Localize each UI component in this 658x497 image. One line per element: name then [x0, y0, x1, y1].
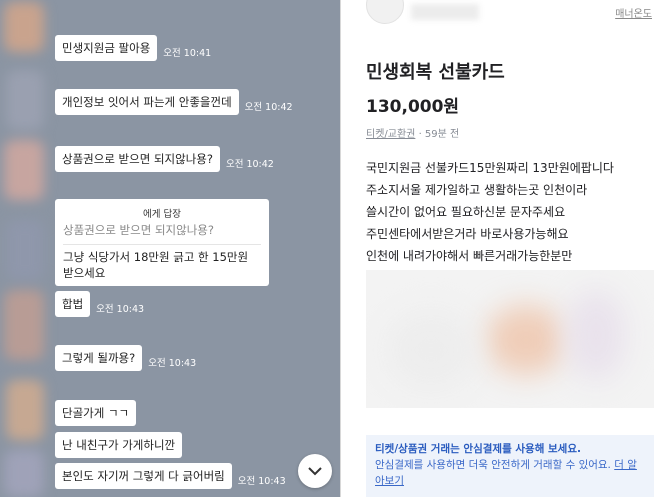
chat-message: 상품권으로 받으면 되지않나용? 오전 10:42 [55, 146, 274, 172]
message-time: 오전 10:42 [244, 102, 293, 113]
blurred-photo[interactable] [366, 270, 654, 408]
reply-text-line: 받으세요 [63, 266, 106, 280]
category-link[interactable]: 티켓/교환권 [366, 129, 415, 140]
screenshot-composite: 민생지원금 팔아용 오전 10:41 개인정보 잇어서 파는게 안좋을껀데 오전… [0, 0, 658, 497]
reply-quote[interactable]: 상품권으로 받으면 되지않나용? [63, 222, 261, 238]
chat-message: 단골가게 ㄱㄱ [55, 400, 137, 426]
chat-panel: 민생지원금 팔아용 오전 10:41 개인정보 잇어서 파는게 안좋을껀데 오전… [0, 0, 340, 497]
message-time: 오전 10:41 [163, 48, 212, 59]
message-bubble: 개인정보 잇어서 파는게 안좋을껀데 [55, 89, 239, 115]
message-bubble: 그렇게 될까용? [55, 345, 143, 371]
reply-text-line: 그냥 식당가서 18만원 긁고 한 15만원 [63, 250, 249, 264]
message-bubble: 난 내친구가 가게하니깐 [55, 432, 183, 458]
blurred-avatars [0, 0, 50, 497]
description-line: 인천에 내려가야해서 빠른거래가능한분만 [366, 249, 573, 263]
listing-meta: 티켓/교환권 · 59분 전 [366, 125, 459, 140]
divider [63, 244, 261, 245]
message-time: 오전 10:43 [96, 304, 145, 315]
message-time: 오전 10:42 [225, 159, 274, 170]
chat-message: 본인도 자기꺼 그렇게 다 긁어버림 오전 10:43 [55, 463, 286, 489]
chat-message: 난 내친구가 가게하니깐 [55, 432, 183, 458]
chevron-down-icon [308, 467, 322, 476]
chat-message: 합법 오전 10:43 [55, 291, 144, 317]
avatar[interactable] [366, 0, 404, 24]
message-time: 오전 10:43 [148, 358, 197, 369]
price: 130,000원 [366, 97, 460, 117]
manner-temperature-link[interactable]: 매너온도 [615, 5, 652, 20]
reply-target: 에게 답장 [143, 209, 181, 220]
listing-panel: 매너온도 민생회복 선불카드 130,000원 티켓/교환권 · 59분 전 국… [340, 0, 658, 497]
notice-text: 안심결제를 사용하면 더욱 안전하게 거래할 수 있어요. [375, 459, 611, 471]
page-title: 민생회복 선불카드 [366, 62, 505, 83]
safe-payment-notice: 티켓/상품권 거래는 안심결제를 사용해 보세요. 안심결제를 사용하면 더욱 … [366, 435, 654, 497]
description-line: 주소지서울 제가일하고 생활하는곳 인천이라 [366, 183, 588, 197]
blurred-seller-name [411, 4, 479, 20]
notice-title: 티켓/상품권 거래는 안심결제를 사용해 보세요. [375, 443, 581, 455]
message-bubble: 본인도 자기꺼 그렇게 다 긁어버림 [55, 463, 232, 489]
scroll-down-button[interactable] [298, 454, 332, 488]
message-bubble: 민생지원금 팔아용 [55, 35, 158, 61]
posted-time: 59분 전 [424, 129, 460, 140]
chat-message: 개인정보 잇어서 파는게 안좋을껀데 오전 10:42 [55, 89, 293, 115]
message-time: 오전 10:43 [237, 476, 286, 487]
notice-body: 안심결제를 사용하면 더욱 안전하게 거래할 수 있어요. 더 알아보기 [375, 457, 645, 489]
chat-message: 민생지원금 팔아용 오전 10:41 [55, 35, 211, 61]
description-line: 주민센타에서받은거라 바로사용가능해요 [366, 227, 569, 241]
description-line: 국민지원금 선불카드15만원짜리 13만원에팝니다 [366, 161, 614, 175]
message-bubble: 상품권으로 받으면 되지않나용? [55, 146, 220, 172]
message-bubble: 단골가게 ㄱㄱ [55, 400, 137, 426]
chat-message: 그렇게 될까용? 오전 10:43 [55, 345, 196, 371]
description-line: 쓸시간이 없어요 필요하신분 문자주세요 [366, 205, 566, 219]
listing-description: 국민지원금 선불카드15만원짜리 13만원에팝니다 주소지서울 제가일하고 생활… [366, 157, 614, 267]
reply-message: 에게 답장 상품권으로 받으면 되지않나용? 그냥 식당가서 18만원 긁고 한… [55, 199, 269, 286]
message-bubble: 합법 [55, 291, 91, 317]
